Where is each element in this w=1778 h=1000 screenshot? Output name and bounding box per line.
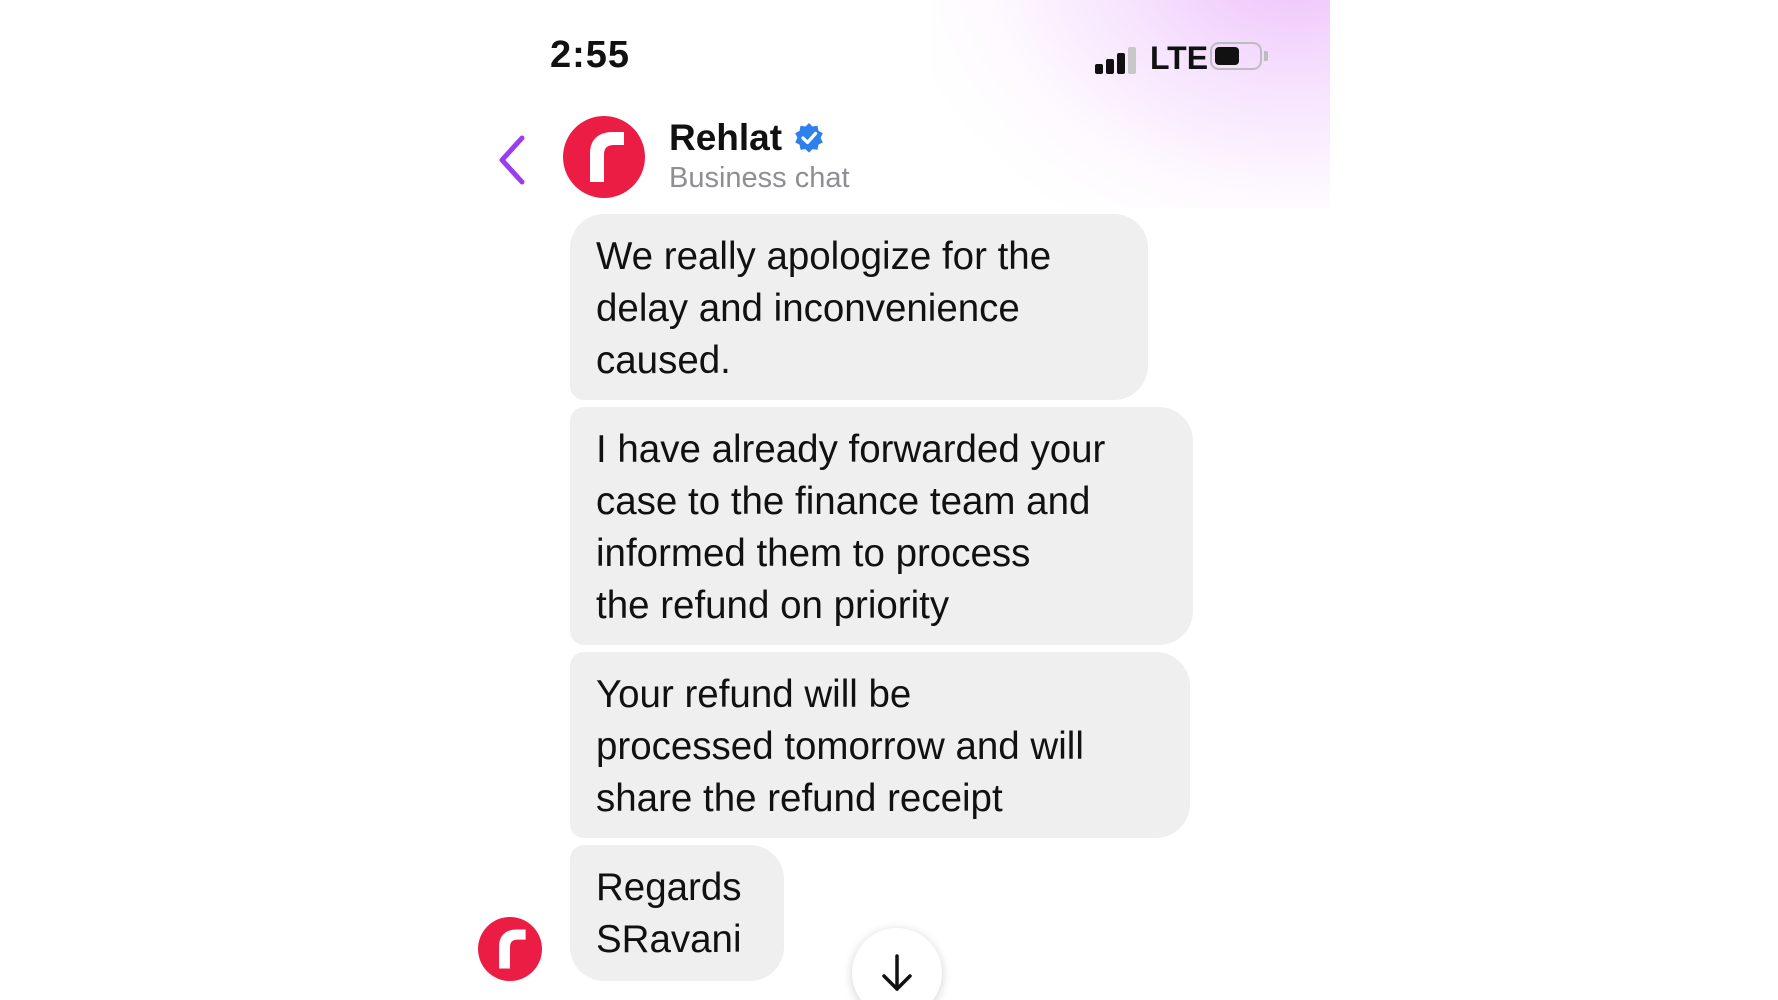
chat-screen: 2:55 LTE Rehlat Business chat We really …: [470, 0, 1330, 1000]
contact-name: Rehlat: [669, 117, 783, 158]
chat-header: Rehlat Business chat: [470, 110, 1330, 210]
network-type: LTE: [1150, 40, 1209, 76]
chevron-left-icon: [499, 135, 525, 185]
battery-icon: [1210, 42, 1268, 72]
status-time: 2:55: [550, 34, 631, 76]
verified-badge-icon: [793, 122, 825, 154]
message-line: informed them to process: [596, 532, 1031, 575]
rehlat-logo-icon: [478, 917, 542, 981]
message-line: We really apologize for the: [596, 235, 1052, 278]
screen: 2:55 LTE Rehlat Business chat We really …: [0, 0, 1778, 1000]
arrow-down-icon: [882, 954, 912, 991]
scroll-to-bottom-button[interactable]: [852, 928, 942, 1000]
contact-avatar[interactable]: [563, 116, 645, 198]
message-line: I have already forwarded your: [596, 428, 1106, 471]
message-bubble[interactable]: Your refund will be processed tomorrow a…: [570, 652, 1190, 838]
back-button[interactable]: [490, 130, 530, 190]
rehlat-logo-icon: [563, 116, 645, 198]
message-bubble[interactable]: We really apologize for the delay and in…: [570, 214, 1148, 400]
chat-subtitle: Business chat: [669, 162, 850, 194]
message-bubble[interactable]: Regards SRavani: [570, 845, 784, 981]
message-line: processed tomorrow and will: [596, 725, 1084, 768]
message-line: Regards: [596, 866, 742, 909]
message-list[interactable]: We really apologize for the delay and in…: [470, 214, 1330, 1000]
status-bar: 2:55 LTE: [470, 0, 1330, 110]
message-bubble[interactable]: I have already forwarded your case to th…: [570, 407, 1193, 645]
message-line: Your refund will be: [596, 673, 912, 716]
message-line: SRavani: [596, 918, 742, 961]
message-line: caused.: [596, 339, 731, 382]
message-line: case to the finance team and: [596, 480, 1091, 523]
sender-avatar[interactable]: [478, 917, 542, 981]
signal-icon: [1095, 44, 1143, 74]
message-line: delay and inconvenience: [596, 287, 1020, 330]
message-line: share the refund receipt: [596, 777, 1003, 820]
message-line: the refund on priority: [596, 584, 950, 627]
